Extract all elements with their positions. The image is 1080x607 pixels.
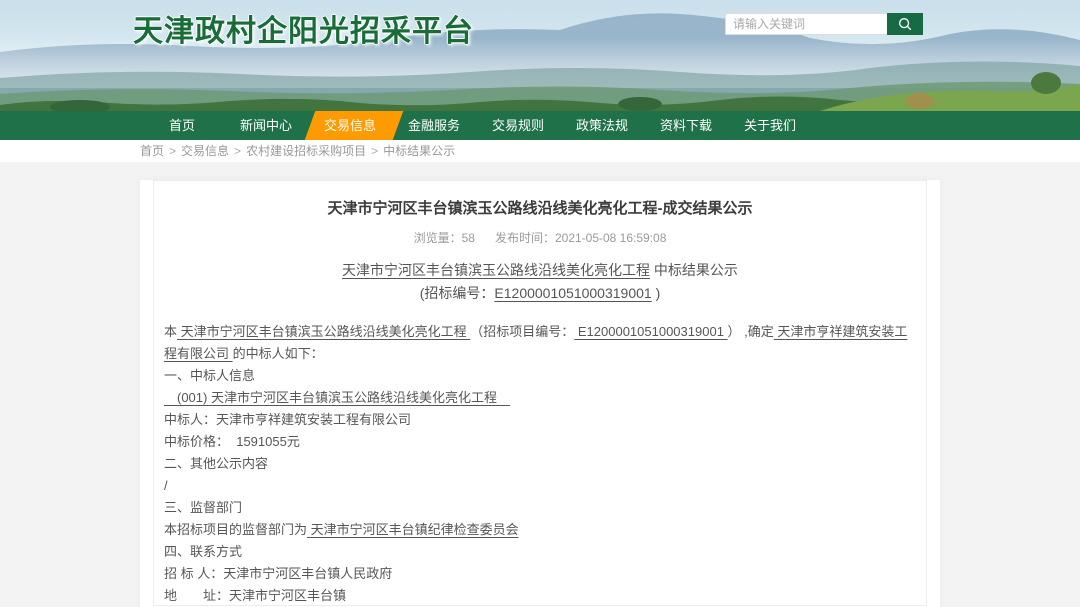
search-bar — [725, 13, 923, 35]
publish-label: 发布时间： — [495, 231, 555, 245]
site-title: 天津政村企阳光招采平台 — [133, 6, 474, 50]
plain-text: 的中标人如下： — [233, 346, 324, 361]
nav-item-label: 政策法规 — [576, 118, 628, 133]
publish-time: 2021-05-08 16:59:08 — [555, 231, 666, 245]
nav-item-label: 交易规则 — [492, 118, 544, 133]
plain-text: / — [164, 478, 168, 493]
views-label: 浏览量： — [414, 231, 462, 245]
page-title: 天津市宁河区丰台镇滨玉公路线沿线美化亮化工程-成交结果公示 — [162, 199, 918, 218]
plain-text: 三、监督部门 — [164, 500, 242, 515]
nav-item-3[interactable]: 金融服务 — [392, 111, 476, 140]
plain-text: 本 — [164, 324, 177, 339]
main-nav: 首页 新闻中心 交易信息 金融服务 交易规则 政策法规 资料下载 关于我们 — [0, 111, 1080, 140]
nav-item-4[interactable]: 交易规则 — [476, 111, 560, 140]
nav-item-label: 金融服务 — [408, 118, 460, 133]
plain-text: 中标人：天津市亨祥建筑安装工程有限公司 — [164, 412, 411, 427]
notice-title: 天津市宁河区丰台镇滨玉公路线沿线美化亮化工程 中标结果公示 — [162, 259, 918, 282]
search-input[interactable] — [725, 13, 887, 35]
content-line: 二、其他公示内容 — [164, 453, 916, 475]
plain-text: ） ,确定 — [728, 324, 774, 339]
breadcrumb: 首页 > 交易信息 > 农村建设招标采购项目 > 中标结果公示 — [0, 140, 1080, 162]
underlined-text: 天津市宁河区丰台镇滨玉公路线沿线美化亮化工程 — [177, 324, 470, 339]
article-card-inner: 天津市宁河区丰台镇滨玉公路线沿线美化亮化工程-成交结果公示 浏览量：58 发布时间… — [153, 180, 927, 606]
plain-text: 地 址：天津市宁河区丰台镇 — [164, 588, 346, 603]
header-banner: 天津政村企阳光招采平台 — [0, 0, 1080, 111]
nav-item-label: 关于我们 — [744, 118, 796, 133]
plain-text: 中标结果公示 — [650, 262, 738, 278]
breadcrumb-separator: > — [169, 144, 176, 158]
nav-item-label: 交易信息 — [324, 118, 376, 133]
search-icon — [897, 16, 913, 32]
article-meta: 浏览量：58 发布时间：2021-05-08 16:59:08 — [162, 231, 918, 245]
content-line: 招 标 人：天津市宁河区丰台镇人民政府 — [164, 563, 916, 585]
views-count: 58 — [462, 231, 475, 245]
nav-item-0[interactable]: 首页 — [140, 111, 224, 140]
content-line: 中标价格： 1591055元 — [164, 431, 916, 453]
breadcrumb-item[interactable]: 农村建设招标采购项目 — [246, 144, 366, 158]
plain-text: 四、联系方式 — [164, 544, 242, 559]
content-lines: 一、中标人信息 (001) 天津市宁河区丰台镇滨玉公路线沿线美化亮化工程 中标人… — [164, 365, 916, 606]
content-line: 本招标项目的监督部门为 天津市宁河区丰台镇纪律检查委员会 — [164, 519, 916, 541]
nav-item-1[interactable]: 新闻中心 — [224, 111, 308, 140]
plain-text: (招标编号： — [420, 285, 495, 301]
underlined-text: E1200001051000319001 — [494, 285, 651, 301]
award-paragraph: 本 天津市宁河区丰台镇滨玉公路线沿线美化亮化工程 （招标项目编号： E12000… — [164, 321, 916, 365]
content-line: (001) 天津市宁河区丰台镇滨玉公路线沿线美化亮化工程 — [164, 387, 916, 409]
content-line: 中标人：天津市亨祥建筑安装工程有限公司 — [164, 409, 916, 431]
plain-text: （招标项目编号： — [470, 324, 574, 339]
main-area: 天津市宁河区丰台镇滨玉公路线沿线美化亮化工程-成交结果公示 浏览量：58 发布时间… — [0, 162, 1080, 607]
breadcrumb-item[interactable]: 交易信息 — [181, 144, 229, 158]
plain-text: 中标价格： 1591055元 — [164, 434, 300, 449]
nav-item-5[interactable]: 政策法规 — [560, 111, 644, 140]
content-line: 四、联系方式 — [164, 541, 916, 563]
breadcrumb-separator: > — [234, 144, 241, 158]
plain-text: 二、其他公示内容 — [164, 456, 268, 471]
underlined-text: E1200001051000319001 — [574, 324, 727, 339]
plain-text: ) — [652, 285, 661, 301]
nav-item-label: 资料下载 — [660, 118, 712, 133]
content-line: 三、监督部门 — [164, 497, 916, 519]
article-body: 本 天津市宁河区丰台镇滨玉公路线沿线美化亮化工程 （招标项目编号： E12000… — [162, 321, 918, 606]
plain-text: 本招标项目的监督部门为 — [164, 522, 307, 537]
breadcrumb-separator: > — [371, 144, 378, 158]
notice-bid-number: (招标编号：E1200001051000319001 ) — [162, 282, 918, 305]
underlined-text: (001) 天津市宁河区丰台镇滨玉公路线沿线美化亮化工程 — [164, 390, 510, 405]
page: 天津政村企阳光招采平台 首页新闻中心交易信息金融服务交易规则政策法规资料下载关于… — [0, 0, 1080, 607]
plain-text: 招 标 人：天津市宁河区丰台镇人民政府 — [164, 566, 392, 581]
nav-item-label: 首页 — [169, 118, 195, 133]
underlined-text: 天津市宁河区丰台镇纪律检查委员会 — [307, 522, 519, 537]
nav-list: 首页 新闻中心 交易信息 金融服务 交易规则 政策法规 资料下载 关于我们 — [0, 111, 1080, 140]
plain-text: 一、中标人信息 — [164, 368, 255, 383]
article-card: 天津市宁河区丰台镇滨玉公路线沿线美化亮化工程-成交结果公示 浏览量：58 发布时间… — [140, 180, 940, 607]
nav-item-label: 新闻中心 — [240, 118, 292, 133]
nav-item-2[interactable]: 交易信息 — [308, 111, 392, 140]
nav-item-7[interactable]: 关于我们 — [728, 111, 812, 140]
breadcrumb-item[interactable]: 首页 — [140, 144, 164, 158]
content-line: / — [164, 475, 916, 497]
content-line: 地 址：天津市宁河区丰台镇 — [164, 585, 916, 606]
breadcrumb-item[interactable]: 中标结果公示 — [383, 144, 455, 158]
underlined-text: 天津市宁河区丰台镇滨玉公路线沿线美化亮化工程 — [342, 262, 650, 278]
nav-item-6[interactable]: 资料下载 — [644, 111, 728, 140]
content-line: 一、中标人信息 — [164, 365, 916, 387]
search-button[interactable] — [887, 13, 923, 35]
